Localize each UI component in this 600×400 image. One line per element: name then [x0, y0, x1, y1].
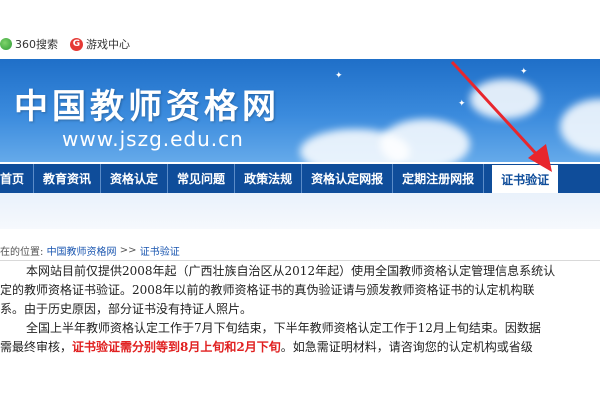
breadcrumb-prefix: 在的位置: — [0, 246, 44, 258]
cloud-decoration — [470, 79, 540, 119]
nav-item-registration-online[interactable]: 定期注册网报 — [393, 164, 485, 193]
nav-subbar — [0, 193, 600, 229]
breadcrumb-separator: >> — [119, 244, 137, 256]
bookmarks-bar: 360搜索 G 游戏中心 — [0, 30, 600, 58]
breadcrumb-home-link[interactable]: 中国教师资格网 — [47, 243, 117, 258]
main-nav: 首页 教育资讯 资格认定 常见问题 政策法规 资格认定网报 定期注册网报 证书验… — [0, 164, 600, 193]
bookmark-label: 游戏中心 — [86, 38, 130, 51]
star-decoration: ✦ — [458, 99, 466, 109]
nav-item-certificate-verification[interactable]: 证书验证 — [492, 164, 559, 193]
star-decoration: ✦ — [335, 71, 343, 81]
cloud-decoration — [380, 119, 470, 162]
article-line: 定的教师资格证书验证。2008年以前的教师资格证书的真伪验证请与颁发教师资格证书… — [0, 283, 535, 297]
article-text: 。如急需证明材料，请咨询您的认定机构或省级 — [280, 340, 533, 354]
breadcrumb: 在的位置: 中国教师资格网 >> 证书验证 — [0, 241, 600, 259]
site-banner: ✦ ✦ ✦ 中国教师资格网 www.jszg.edu.cn — [0, 59, 600, 162]
article-text: 需最终审核， — [0, 340, 73, 354]
nav-item-education-news[interactable]: 教育资讯 — [34, 164, 102, 193]
highlighted-notice: 证书验证需分别等到8月上旬和2月下旬 — [72, 340, 281, 354]
nav-item-policies[interactable]: 政策法规 — [235, 164, 303, 193]
nav-item-certification[interactable]: 资格认定 — [101, 164, 169, 193]
article-line: 本网站目前仅提供2008年起（广西壮族自治区从2012年起）使用全国教师资格认定… — [26, 264, 556, 278]
cloud-decoration — [560, 99, 600, 154]
bookmark-game-center[interactable]: G 游戏中心 — [70, 36, 130, 52]
site-url: www.jszg.edu.cn — [62, 127, 244, 151]
divider — [0, 260, 600, 261]
breadcrumb-current-link[interactable]: 证书验证 — [140, 243, 180, 258]
bookmark-360-search[interactable]: 360搜索 — [0, 36, 58, 52]
bookmark-label: 360搜索 — [15, 38, 58, 51]
360-search-icon — [0, 38, 12, 50]
nav-item-faq[interactable]: 常见问题 — [168, 164, 236, 193]
article-line: 全国上半年教师资格认定工作于7月下旬结束，下半年教师资格认定工作于12月上旬结束… — [26, 321, 541, 335]
star-decoration: ✦ — [520, 67, 528, 77]
nav-item-certification-online[interactable]: 资格认定网报 — [302, 164, 394, 193]
site-title: 中国教师资格网 — [14, 87, 280, 127]
article-line: 系。由于历史原因，部分证书没有持证人照片。 — [0, 302, 253, 316]
nav-item-home[interactable]: 首页 — [0, 164, 35, 193]
article-body: 本网站目前仅提供2008年起（广西壮族自治区从2012年起）使用全国教师资格认定… — [0, 262, 600, 357]
game-center-icon: G — [70, 37, 83, 51]
article-line: 需最终审核，证书验证需分别等到8月上旬和2月下旬。如急需证明材料，请咨询您的认定… — [0, 338, 600, 357]
